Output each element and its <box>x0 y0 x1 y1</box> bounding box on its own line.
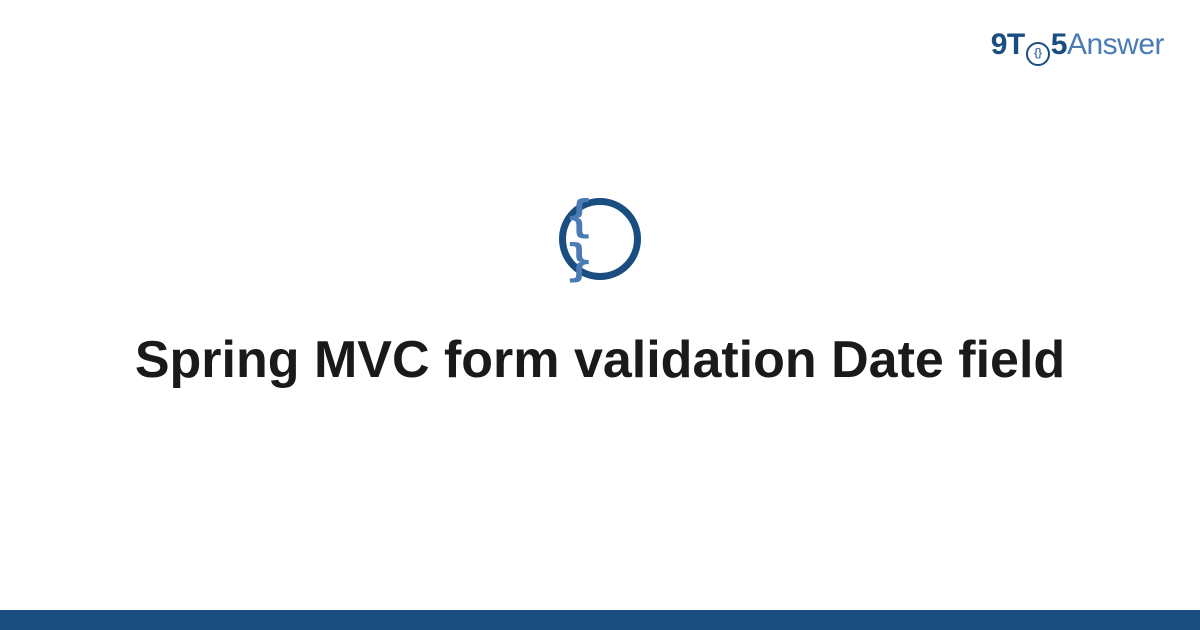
page-title: Spring MVC form validation Date field <box>135 328 1065 393</box>
main-content: { } Spring MVC form validation Date fiel… <box>0 0 1200 630</box>
code-braces-icon: { } <box>559 198 641 280</box>
braces-glyph: { } <box>566 195 634 283</box>
footer-accent-bar <box>0 610 1200 630</box>
